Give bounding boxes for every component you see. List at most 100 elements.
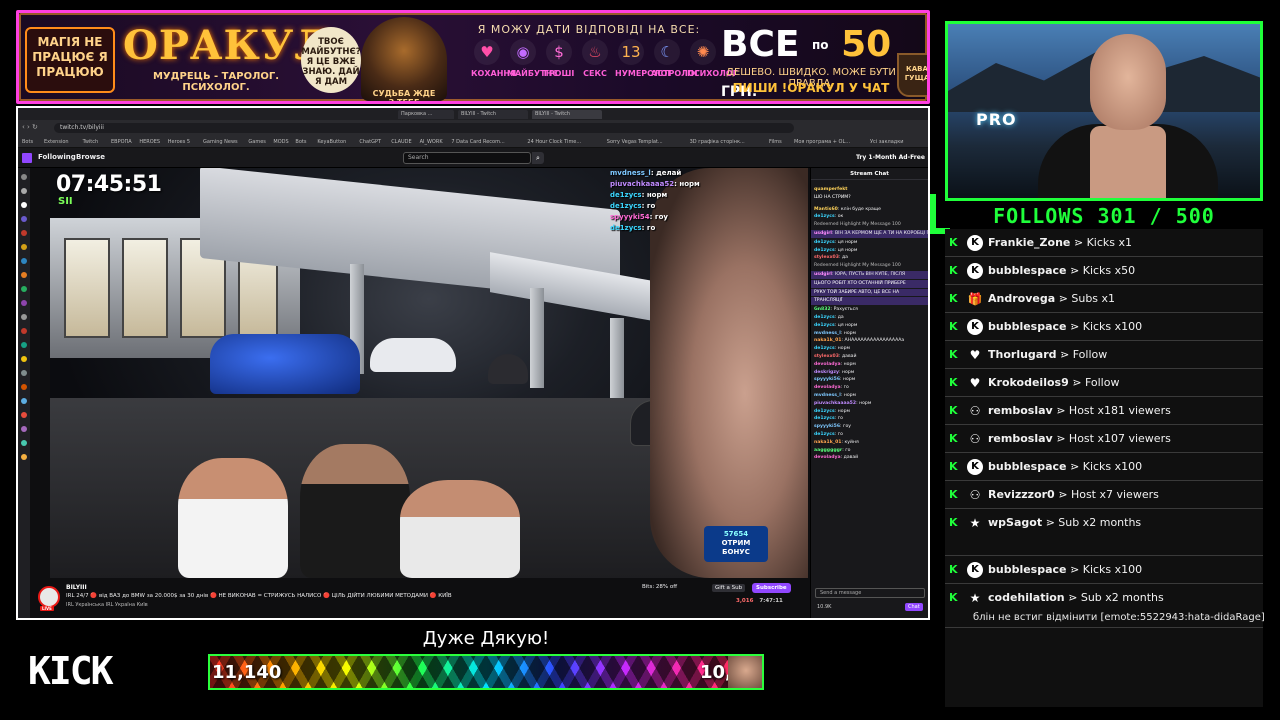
chat-line[interactable]: de1zycs: ця норм: [811, 322, 928, 330]
chat-username[interactable]: mvdness_l: [814, 393, 841, 398]
bookmark-item[interactable]: 3D графіка сторінк...: [690, 138, 745, 146]
chat-line[interactable]: stylexx03: да: [811, 254, 928, 262]
chat-line[interactable]: spyyyki56: норм: [811, 376, 928, 384]
bookmark-item[interactable]: 7 Data Card Recom...: [451, 138, 504, 146]
bookmark-item[interactable]: Моя програма + OL...: [794, 138, 850, 146]
stream-video[interactable]: 07:45:51 SII mvdness_l: делай piuvachkaaa…: [50, 168, 808, 578]
chat-line[interactable]: devoladya: го: [811, 384, 928, 392]
channel-avatar[interactable]: [21, 300, 27, 306]
bookmark-item[interactable]: Усі закладки: [870, 138, 904, 146]
chat-line[interactable]: de1zycs: ок: [811, 213, 928, 221]
bookmark-item[interactable]: HEROES: [139, 138, 160, 146]
chat-username[interactable]: mvdness_l: [814, 331, 841, 336]
chat-username[interactable]: de1zycs: [814, 409, 835, 414]
chat-username[interactable]: deskrigzy: [814, 370, 839, 375]
chat-username[interactable]: Gn832: [814, 307, 831, 312]
chat-line[interactable]: aaggggggr: го: [811, 447, 928, 455]
chat-username[interactable]: piuvachkaaaa52: [814, 401, 856, 406]
chat-username[interactable]: naka1k_01: [814, 440, 841, 445]
bookmark-item[interactable]: KeyaButton: [317, 138, 346, 146]
bonus-promo-badge[interactable]: 57654 ОТРИМ БОНУС: [704, 526, 768, 562]
channel-avatar[interactable]: [21, 426, 27, 432]
pinned-message[interactable]: quamperfekt ШО НА СТРИМ?: [811, 180, 928, 206]
chat-line[interactable]: spyyyki56: гоу: [811, 423, 928, 431]
chat-line[interactable]: РУКУ ТОЙ ЗАБИРЕ АВТО, ЦЕ ВСЕ НА: [811, 288, 928, 297]
channel-avatar[interactable]: [21, 230, 27, 236]
nav-browse[interactable]: Browse: [76, 153, 105, 161]
address-bar[interactable]: twitch.tv/bilyiii: [54, 123, 794, 133]
chat-username[interactable]: aaggggggr: [814, 448, 842, 453]
chat-username[interactable]: naka1k_01: [814, 338, 841, 343]
bookmark-item[interactable]: Gaming News: [203, 138, 238, 146]
chat-line[interactable]: Redeemed Highlight My Message 100: [811, 262, 928, 270]
bookmark-item[interactable]: 24 Hour Clock Time...: [527, 138, 581, 146]
channel-avatar[interactable]: [21, 216, 27, 222]
chat-username[interactable]: de1zycs: [814, 315, 835, 320]
chat-line[interactable]: stylexx03: давай: [811, 353, 928, 361]
chat-line[interactable]: usdgirl: ВІН ЗА КЕРМОМ ЩЕ А ТИ НА КОРОБЦ…: [811, 229, 928, 238]
chat-username[interactable]: de1zycs: [814, 346, 835, 351]
chat-line[interactable]: de1zycs: ця норм: [811, 247, 928, 255]
twitch-logo-icon[interactable]: [22, 153, 32, 163]
bookmark-item[interactable]: Games: [248, 138, 266, 146]
chat-username[interactable]: devoladya: [814, 385, 841, 390]
chat-username[interactable]: de1zycs: [814, 214, 835, 219]
chat-username[interactable]: devoladya: [814, 455, 841, 460]
channel-avatar[interactable]: [21, 356, 27, 362]
channel-avatar[interactable]: [21, 342, 27, 348]
channel-avatar[interactable]: [21, 384, 27, 390]
chat-line[interactable]: devoladya: норм: [811, 361, 928, 369]
chat-username[interactable]: de1zycs: [814, 323, 835, 328]
channel-avatar[interactable]: [21, 412, 27, 418]
channel-avatar[interactable]: [21, 174, 27, 180]
bookmark-item[interactable]: MODS: [273, 138, 288, 146]
channel-avatar[interactable]: [21, 314, 27, 320]
channel-avatar[interactable]: [21, 244, 27, 250]
channel-avatar[interactable]: [21, 202, 27, 208]
chat-username[interactable]: devoladya: [814, 362, 841, 367]
chat-username[interactable]: de1zycs: [814, 432, 835, 437]
channel-avatar[interactable]: [21, 454, 27, 460]
chat-line[interactable]: naka1k_01: АНААААААААААААААААа: [811, 337, 928, 345]
browser-tab-active[interactable]: BILYIII - Twitch: [532, 110, 602, 119]
chat-line[interactable]: mvdness_l: норм: [811, 330, 928, 338]
chat-username[interactable]: de1zycs: [814, 240, 835, 245]
chat-line[interactable]: de1zycs: го: [811, 415, 928, 423]
chat-line[interactable]: deskrigzy: норм: [811, 369, 928, 377]
chat-username[interactable]: Mantis60: [814, 207, 838, 212]
chat-username[interactable]: de1zycs: [814, 248, 835, 253]
bookmark-item[interactable]: Extension: [44, 138, 69, 146]
chat-line[interactable]: piuvachkaaaa52: норм: [811, 400, 928, 408]
back-forward-icon[interactable]: ‹ › ↻: [22, 123, 38, 131]
bookmark-item[interactable]: ЕВРОПА: [111, 138, 132, 146]
channel-avatar[interactable]: [21, 272, 27, 278]
chat-username[interactable]: usdgirl: [814, 231, 832, 236]
chat-line[interactable]: de1zycs: норм: [811, 345, 928, 353]
chat-line[interactable]: usdgirl: ЮРА, ПУСТЬ ВІН КУПЕ, ПІСЛЯ: [811, 270, 928, 279]
search-icon[interactable]: ⌕: [532, 152, 544, 164]
chat-username[interactable]: usdgirl: [814, 272, 832, 277]
chat-line[interactable]: ЦЬОГО РОБІТ ХТО ОСТАННІЙ ПРИБЕРЕ: [811, 279, 928, 288]
chat-line[interactable]: de1zycs: го: [811, 431, 928, 439]
channel-avatar[interactable]: [21, 188, 27, 194]
channel-points[interactable]: 10.9K: [817, 604, 831, 610]
channel-avatar[interactable]: [21, 440, 27, 446]
bookmark-item[interactable]: Bots: [22, 138, 33, 146]
channel-name[interactable]: BILYIII: [66, 584, 87, 591]
chat-line[interactable]: de1zycs: да: [811, 314, 928, 322]
bookmark-item[interactable]: AI_WORK: [420, 138, 443, 146]
chat-line[interactable]: de1zycs: норм: [811, 408, 928, 416]
chat-input[interactable]: Send a message: [815, 588, 925, 598]
chat-line[interactable]: Mantis60: клін буде краще: [811, 206, 928, 214]
channel-avatar[interactable]: [21, 286, 27, 292]
bookmark-item[interactable]: Sorry Vegas Templat...: [607, 138, 663, 146]
gift-sub-button[interactable]: Gift a Sub: [712, 584, 746, 592]
chat-line[interactable]: de1zycs: ця норм: [811, 239, 928, 247]
chat-username[interactable]: stylexx03: [814, 255, 839, 260]
bookmark-item[interactable]: Heroes 5: [168, 138, 190, 146]
bookmark-item[interactable]: ChatGPT: [359, 138, 381, 146]
bookmark-item[interactable]: Films: [769, 138, 782, 146]
channel-avatar[interactable]: [38, 586, 60, 608]
chat-line[interactable]: mvdness_l: норм: [811, 392, 928, 400]
subscribe-button[interactable]: Subscribe: [752, 583, 791, 593]
